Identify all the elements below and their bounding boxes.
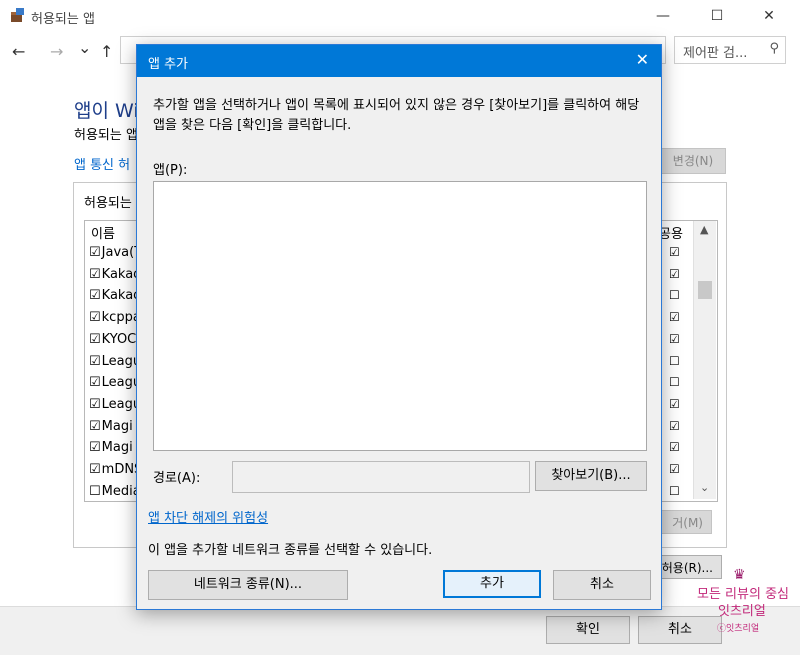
- table-row[interactable]: ☑Kakao ☐: [89, 288, 680, 309]
- row-public-checkbox[interactable]: ☑: [669, 462, 680, 476]
- recent-dropdown-icon[interactable]: ⌄: [78, 38, 91, 57]
- row-checkbox[interactable]: ☑: [89, 419, 101, 434]
- row-public-checkbox[interactable]: ☑: [669, 245, 680, 259]
- column-header-public[interactable]: 공용: [659, 223, 683, 242]
- row-public-checkbox[interactable]: ☑: [669, 397, 680, 411]
- row-public-checkbox[interactable]: ☑: [669, 332, 680, 346]
- ok-button[interactable]: 확인: [546, 616, 630, 644]
- watermark-crown-icon: ♛: [733, 567, 746, 583]
- up-icon[interactable]: ↑: [100, 42, 113, 61]
- row-checkbox[interactable]: ☑: [89, 267, 101, 282]
- dialog-cancel-button[interactable]: 취소: [553, 570, 651, 600]
- table-row[interactable]: ☑kcppa ☑: [89, 310, 680, 331]
- row-app-name: KYOC: [101, 331, 137, 347]
- row-checkbox[interactable]: ☑: [89, 310, 101, 325]
- firewall-app-icon: [11, 8, 24, 22]
- row-public-checkbox[interactable]: ☐: [669, 354, 680, 368]
- network-type-button[interactable]: 네트워크 종류(N)...: [148, 570, 348, 600]
- table-row[interactable]: ☑Leagu ☐: [89, 375, 680, 396]
- column-header-name[interactable]: 이름: [91, 223, 115, 242]
- app-communication-link[interactable]: 앱 통신 허: [74, 154, 130, 173]
- row-app-name: Magi: [101, 440, 133, 456]
- search-placeholder: 제어판 검...: [683, 46, 748, 61]
- search-input[interactable]: 제어판 검... ⚲: [674, 36, 786, 64]
- table-row[interactable]: ☑KYOC ☑: [89, 331, 680, 353]
- table-row[interactable]: ☐Media ☐: [89, 483, 680, 505]
- table-row[interactable]: ☑Java(T ☑: [89, 245, 680, 266]
- row-public-checkbox[interactable]: ☐: [669, 288, 680, 302]
- row-checkbox[interactable]: ☑: [89, 288, 101, 303]
- row-public-checkbox[interactable]: ☑: [669, 419, 680, 433]
- row-public-checkbox[interactable]: ☑: [669, 440, 680, 454]
- table-row[interactable]: ☑mDNS ☑: [89, 462, 680, 483]
- change-settings-button[interactable]: 변경(N): [660, 148, 726, 174]
- row-public-checkbox[interactable]: ☐: [669, 484, 680, 498]
- row-checkbox[interactable]: ☑: [89, 245, 101, 260]
- watermark-line3: ⓒ잇츠리얼: [717, 624, 760, 634]
- page-heading: 앱이 Wi: [74, 100, 139, 122]
- window-title-bar: 허용되는 앱 — ☐ ✕: [0, 0, 800, 34]
- row-public-checkbox[interactable]: ☑: [669, 267, 680, 281]
- dialog-close-icon[interactable]: ✕: [636, 50, 649, 69]
- scroll-up-icon[interactable]: ▲: [700, 223, 708, 236]
- table-row[interactable]: ☑Leagu ☑: [89, 397, 680, 418]
- browse-button[interactable]: 찾아보기(B)...: [535, 461, 647, 491]
- maximize-button[interactable]: ☐: [694, 0, 740, 32]
- row-checkbox[interactable]: ☑: [89, 397, 101, 412]
- remove-button[interactable]: 거(M): [660, 510, 712, 534]
- forward-icon[interactable]: →: [50, 42, 63, 61]
- dialog-description: 추가할 앱을 선택하거나 앱이 목록에 표시되어 있지 않은 경우 [찾아보기]…: [153, 98, 640, 133]
- back-icon[interactable]: ←: [12, 42, 25, 61]
- minimize-button[interactable]: —: [640, 0, 686, 32]
- row-public-checkbox[interactable]: ☐: [669, 375, 680, 389]
- cancel-button[interactable]: 취소: [638, 616, 722, 644]
- row-checkbox[interactable]: ☑: [89, 354, 101, 369]
- row-checkbox[interactable]: ☑: [89, 332, 101, 347]
- list-scrollbar[interactable]: ▲ ⌄: [693, 221, 716, 499]
- allow-other-app-button[interactable]: 허용(R)...: [656, 555, 722, 579]
- scroll-thumb[interactable]: [698, 281, 712, 299]
- row-app-name: Media: [101, 483, 141, 499]
- row-checkbox[interactable]: ☑: [89, 462, 101, 477]
- unblock-risk-link[interactable]: 앱 차단 해제의 위험성: [148, 507, 268, 526]
- table-row[interactable]: ☑Leagu ☐: [89, 354, 680, 375]
- table-row[interactable]: ☑Kakao ☑: [89, 267, 680, 288]
- row-checkbox[interactable]: ☑: [89, 375, 101, 390]
- app-listbox[interactable]: [153, 181, 647, 451]
- scroll-down-icon[interactable]: ⌄: [700, 481, 709, 494]
- dialog-title: 앱 추가: [148, 57, 189, 72]
- network-type-text: 이 앱을 추가할 네트워크 종류를 선택할 수 있습니다.: [148, 543, 433, 558]
- close-window-button[interactable]: ✕: [746, 0, 792, 32]
- window-title: 허용되는 앱: [31, 12, 95, 27]
- page-subtext: 허용되는 앱: [74, 128, 138, 143]
- row-app-name: Magi: [101, 418, 133, 434]
- path-label: 경로(A):: [153, 471, 201, 486]
- watermark-line2: 잇츠리얼: [718, 604, 766, 619]
- table-row[interactable]: ☑Magi ☑: [89, 440, 680, 461]
- allowed-apps-group-title: 허용되는: [84, 196, 132, 211]
- dialog-title-bar: 앱 추가 ✕: [137, 45, 661, 77]
- add-button[interactable]: 추가: [443, 570, 541, 598]
- path-field[interactable]: [232, 461, 530, 493]
- row-app-name: kcppa: [101, 310, 141, 326]
- table-row[interactable]: ☑Magi ☑: [89, 418, 680, 440]
- search-icon[interactable]: ⚲: [769, 41, 779, 56]
- app-list-label: 앱(P):: [153, 163, 188, 178]
- row-checkbox[interactable]: ☑: [89, 440, 101, 455]
- add-app-dialog: 앱 추가 ✕ 추가할 앱을 선택하거나 앱이 목록에 표시되어 있지 않은 경우…: [136, 44, 662, 610]
- row-public-checkbox[interactable]: ☑: [669, 310, 680, 324]
- row-checkbox[interactable]: ☐: [89, 484, 101, 499]
